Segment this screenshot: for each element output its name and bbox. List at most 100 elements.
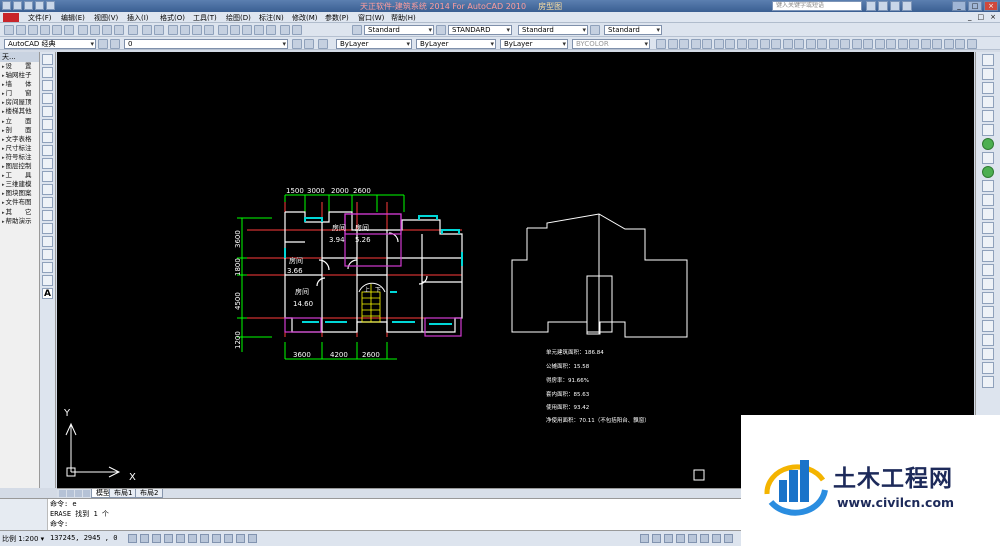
tarch-tool-icon[interactable]	[690, 39, 701, 49]
menu-item[interactable]: 帮助(H)	[391, 13, 424, 23]
tarch-tool-icon[interactable]	[759, 39, 770, 49]
modify-tool-icon[interactable]	[982, 376, 994, 388]
undo-icon[interactable]	[142, 25, 152, 35]
properties-icon[interactable]	[218, 25, 228, 35]
modify-tool-icon[interactable]	[982, 138, 994, 150]
modify-tool-icon[interactable]	[982, 110, 994, 122]
design-center-icon[interactable]	[230, 25, 240, 35]
close-button[interactable]: ×	[984, 1, 998, 11]
dim-style-icon[interactable]	[436, 25, 446, 35]
status-tray-icon[interactable]	[688, 534, 697, 543]
status-toggle-icon[interactable]	[140, 534, 149, 543]
tarch-tool-icon[interactable]	[725, 39, 735, 49]
tarch-menu-item[interactable]: 三维建模	[0, 180, 39, 189]
tarch-tool-icon[interactable]	[886, 39, 896, 49]
sheet-set-icon[interactable]	[254, 25, 264, 35]
text-style-select[interactable]: Standard	[364, 25, 434, 35]
tarch-menu-item[interactable]: 文字表格	[0, 135, 39, 144]
modify-tool-icon[interactable]	[982, 96, 994, 108]
linetype-select[interactable]: ByLayer	[416, 39, 496, 49]
tarch-menu-item[interactable]: 楼梯其他	[0, 107, 39, 116]
tarch-tool-icon[interactable]	[840, 39, 850, 49]
draw-tool-icon[interactable]	[42, 67, 53, 78]
menu-item[interactable]: 编辑(E)	[61, 13, 94, 23]
draw-tool-icon[interactable]	[42, 119, 53, 130]
draw-tool-icon[interactable]	[42, 54, 53, 65]
menu-item[interactable]: 窗口(W)	[358, 13, 391, 23]
draw-tool-icon[interactable]	[42, 275, 53, 286]
tarch-tool-icon[interactable]	[897, 39, 908, 49]
table-style-select[interactable]: Standard	[518, 25, 588, 35]
undo-icon[interactable]	[35, 1, 44, 10]
doc-close-button[interactable]: ×	[990, 13, 996, 21]
tarch-menu-item[interactable]: 工 具	[0, 171, 39, 180]
lineweight-select[interactable]: ByLayer	[500, 39, 568, 49]
status-toggle-icon[interactable]	[188, 534, 197, 543]
app-menu-icon[interactable]	[3, 13, 19, 22]
mleader-icon[interactable]	[590, 25, 600, 35]
tarch-tool-icon[interactable]	[736, 39, 747, 49]
open-icon[interactable]	[16, 25, 26, 35]
save-icon[interactable]	[28, 25, 38, 35]
search-icon[interactable]	[866, 1, 876, 11]
status-toggle-icon[interactable]	[236, 534, 245, 543]
scale-select[interactable]: 比例 1:200 ▾	[2, 534, 44, 544]
tarch-tool-icon[interactable]	[667, 39, 678, 49]
paste-icon[interactable]	[102, 25, 112, 35]
mleader-style-select[interactable]: Standard	[604, 25, 662, 35]
plot-icon[interactable]	[40, 25, 50, 35]
tool-palette-icon[interactable]	[242, 25, 252, 35]
tarch-menu-item[interactable]: 尺寸标注	[0, 144, 39, 153]
save-icon[interactable]	[24, 1, 33, 10]
tarch-menu-item[interactable]: 立 面	[0, 117, 39, 126]
help-icon[interactable]	[902, 1, 912, 11]
status-toggle-icon[interactable]	[212, 534, 221, 543]
mtext-icon[interactable]: A	[42, 288, 53, 299]
modify-tool-icon[interactable]	[982, 250, 994, 262]
status-toggle-icon[interactable]	[176, 534, 185, 543]
modify-tool-icon[interactable]	[982, 82, 994, 94]
draw-tool-icon[interactable]	[42, 106, 53, 117]
draw-tool-icon[interactable]	[42, 80, 53, 91]
tarch-menu-item[interactable]: 其 它	[0, 208, 39, 217]
zoom-realtime-icon[interactable]	[180, 25, 190, 35]
tarch-tool-icon[interactable]	[771, 39, 781, 49]
tarch-tool-icon[interactable]	[909, 39, 919, 49]
menu-item[interactable]: 绘图(D)	[226, 13, 259, 23]
next-tab-icon[interactable]	[75, 490, 82, 497]
modify-tool-icon[interactable]	[982, 292, 994, 304]
status-tray-icon[interactable]	[724, 534, 733, 543]
tarch-menu-item[interactable]: 门 窗	[0, 89, 39, 98]
tarch-menu-item[interactable]: 设 置	[0, 62, 39, 71]
menu-item[interactable]: 标注(N)	[259, 13, 292, 23]
tarch-tool-icon[interactable]	[920, 39, 931, 49]
qnew-icon[interactable]	[4, 25, 14, 35]
modify-tool-icon[interactable]	[982, 194, 994, 206]
modify-tool-icon[interactable]	[982, 320, 994, 332]
status-toggle-icon[interactable]	[224, 534, 233, 543]
modify-tool-icon[interactable]	[982, 222, 994, 234]
tarch-menu-item[interactable]: 文件布图	[0, 198, 39, 207]
maximize-button[interactable]: □	[968, 1, 982, 11]
draw-tool-icon[interactable]	[42, 236, 53, 247]
new-icon[interactable]	[2, 1, 11, 10]
copy-icon[interactable]	[90, 25, 100, 35]
pan-icon[interactable]	[168, 25, 178, 35]
first-tab-icon[interactable]	[59, 490, 66, 497]
modify-tool-icon[interactable]	[982, 166, 994, 178]
layer-manager-icon[interactable]	[110, 39, 120, 49]
status-toggle-icon[interactable]	[152, 534, 161, 543]
tab-layout1[interactable]: 布局1	[109, 489, 138, 498]
draw-tool-icon[interactable]	[42, 132, 53, 143]
cut-icon[interactable]	[78, 25, 88, 35]
draw-tool-icon[interactable]	[42, 171, 53, 182]
tarch-tool-icon[interactable]	[748, 39, 758, 49]
menu-item[interactable]: 文件(F)	[28, 13, 61, 23]
modify-tool-icon[interactable]	[982, 278, 994, 290]
modify-tool-icon[interactable]	[982, 334, 994, 346]
tarch-tool-icon[interactable]	[713, 39, 724, 49]
workspace-select[interactable]: AutoCAD 经典	[4, 39, 96, 49]
publish-icon[interactable]	[64, 25, 74, 35]
draw-tool-icon[interactable]	[42, 145, 53, 156]
text-style-icon[interactable]	[352, 25, 362, 35]
